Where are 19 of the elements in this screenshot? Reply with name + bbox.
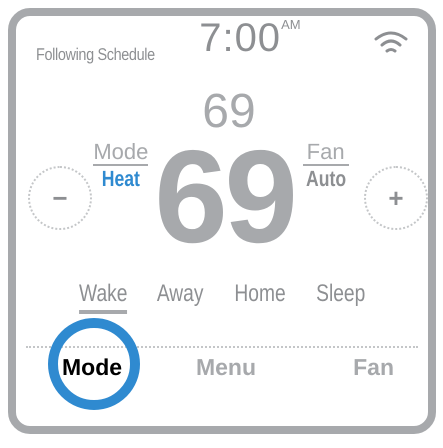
- setpoint-reading: 69: [202, 88, 256, 138]
- decrease-button[interactable]: −: [28, 166, 92, 230]
- wifi-icon: [374, 30, 408, 54]
- clock-period: AM: [281, 18, 301, 32]
- fan-label: Fan: [302, 140, 349, 166]
- clock-time: 7:00: [199, 18, 282, 58]
- schedule-tab[interactable]: Away: [157, 278, 204, 314]
- increase-button[interactable]: +: [364, 166, 428, 230]
- temperature-reading: 69: [154, 138, 295, 256]
- schedule-tab[interactable]: Home: [234, 278, 286, 314]
- softkey-button[interactable]: Fan: [353, 350, 394, 384]
- softkey-button[interactable]: Menu: [196, 350, 256, 384]
- mode-value: Heat: [102, 166, 140, 192]
- schedule-status: Following Schedule: [36, 44, 155, 66]
- schedule-tab[interactable]: Sleep: [316, 278, 365, 314]
- schedule-tab[interactable]: Wake: [78, 278, 128, 314]
- fan-value: Auto: [306, 166, 346, 192]
- softkey-button[interactable]: Mode: [62, 350, 122, 384]
- mode-label: Mode: [93, 140, 148, 166]
